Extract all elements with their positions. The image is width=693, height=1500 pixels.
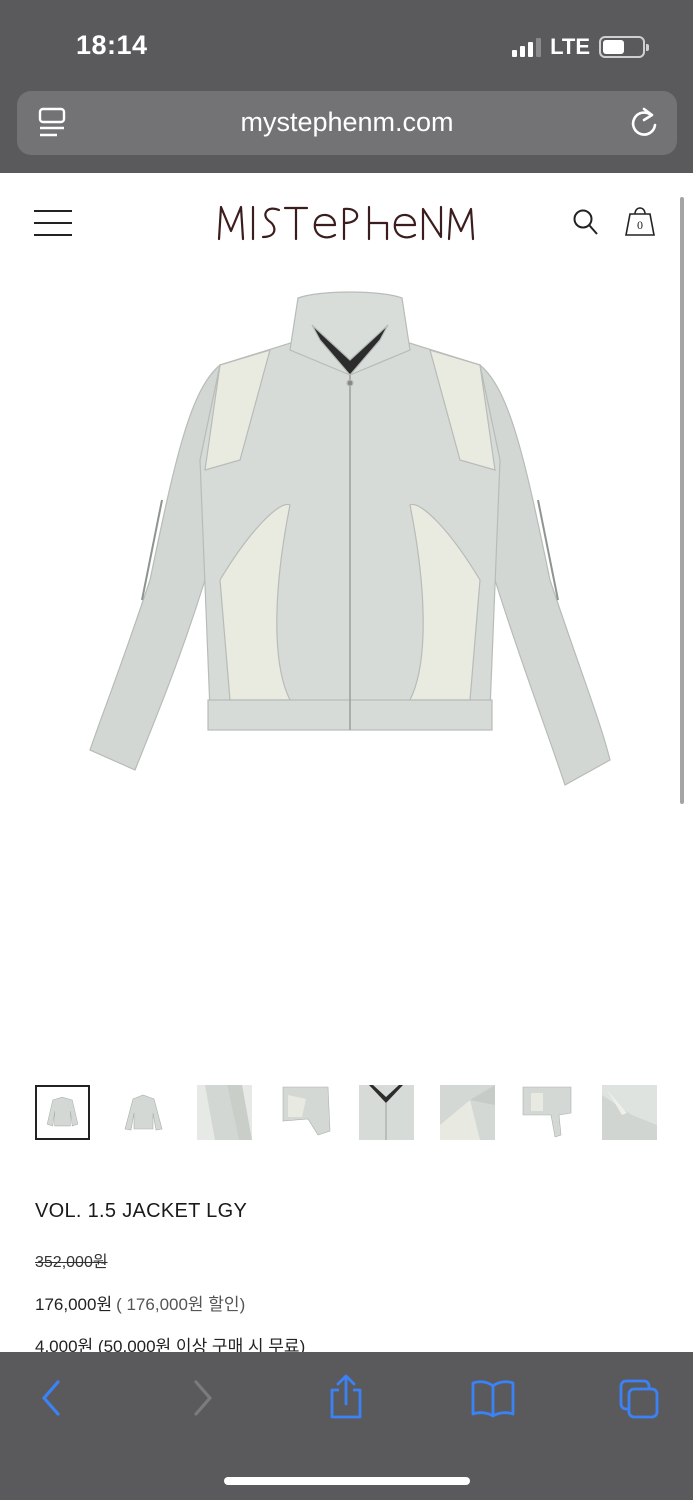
home-indicator[interactable] bbox=[224, 1477, 470, 1485]
bookmarks-icon[interactable] bbox=[470, 1378, 516, 1418]
product-main-image[interactable] bbox=[80, 280, 620, 800]
thumbnail-6[interactable] bbox=[440, 1085, 495, 1140]
thumbnail-2[interactable] bbox=[116, 1085, 171, 1140]
page-scrollbar[interactable] bbox=[680, 197, 684, 804]
battery-icon bbox=[599, 36, 649, 58]
sale-price: 176,000원 bbox=[35, 1295, 113, 1314]
url-text[interactable]: mystephenm.com bbox=[17, 107, 677, 138]
browser-bottom-toolbar bbox=[0, 1352, 693, 1500]
browser-top-chrome: 18:14 LTE mystephenm.com bbox=[0, 0, 693, 173]
tabs-icon[interactable] bbox=[618, 1378, 660, 1420]
product-thumbnails bbox=[35, 1085, 660, 1141]
share-icon[interactable] bbox=[326, 1374, 366, 1420]
brand-logo[interactable] bbox=[215, 201, 477, 245]
reload-icon[interactable] bbox=[629, 107, 659, 139]
forward-icon[interactable] bbox=[182, 1378, 222, 1418]
cart-button[interactable]: 0 bbox=[623, 204, 657, 238]
thumbnail-3[interactable] bbox=[197, 1085, 252, 1140]
thumbnail-7[interactable] bbox=[521, 1085, 576, 1140]
address-bar[interactable]: mystephenm.com bbox=[17, 91, 677, 155]
signal-icon bbox=[512, 37, 542, 57]
hamburger-menu-icon[interactable] bbox=[34, 210, 72, 237]
thumbnail-1[interactable] bbox=[35, 1085, 90, 1140]
sale-price-row: 176,000원( 176,000원 할인) bbox=[35, 1290, 245, 1315]
search-icon[interactable] bbox=[572, 207, 600, 237]
status-time: 18:14 bbox=[76, 30, 148, 60]
site-header: 0 bbox=[0, 173, 693, 273]
back-icon[interactable] bbox=[32, 1378, 72, 1418]
thumbnail-8[interactable] bbox=[602, 1085, 657, 1140]
status-indicators: LTE bbox=[512, 34, 649, 60]
network-label: LTE bbox=[550, 34, 590, 59]
discount-amount: ( 176,000원 할인) bbox=[116, 1295, 246, 1314]
cart-count: 0 bbox=[637, 218, 643, 232]
thumbnail-4[interactable] bbox=[278, 1085, 333, 1140]
thumbnail-5[interactable] bbox=[359, 1085, 414, 1140]
product-title: VOL. 1.5 JACKET LGY bbox=[35, 1200, 248, 1222]
original-price: 352,000원 bbox=[35, 1254, 108, 1271]
